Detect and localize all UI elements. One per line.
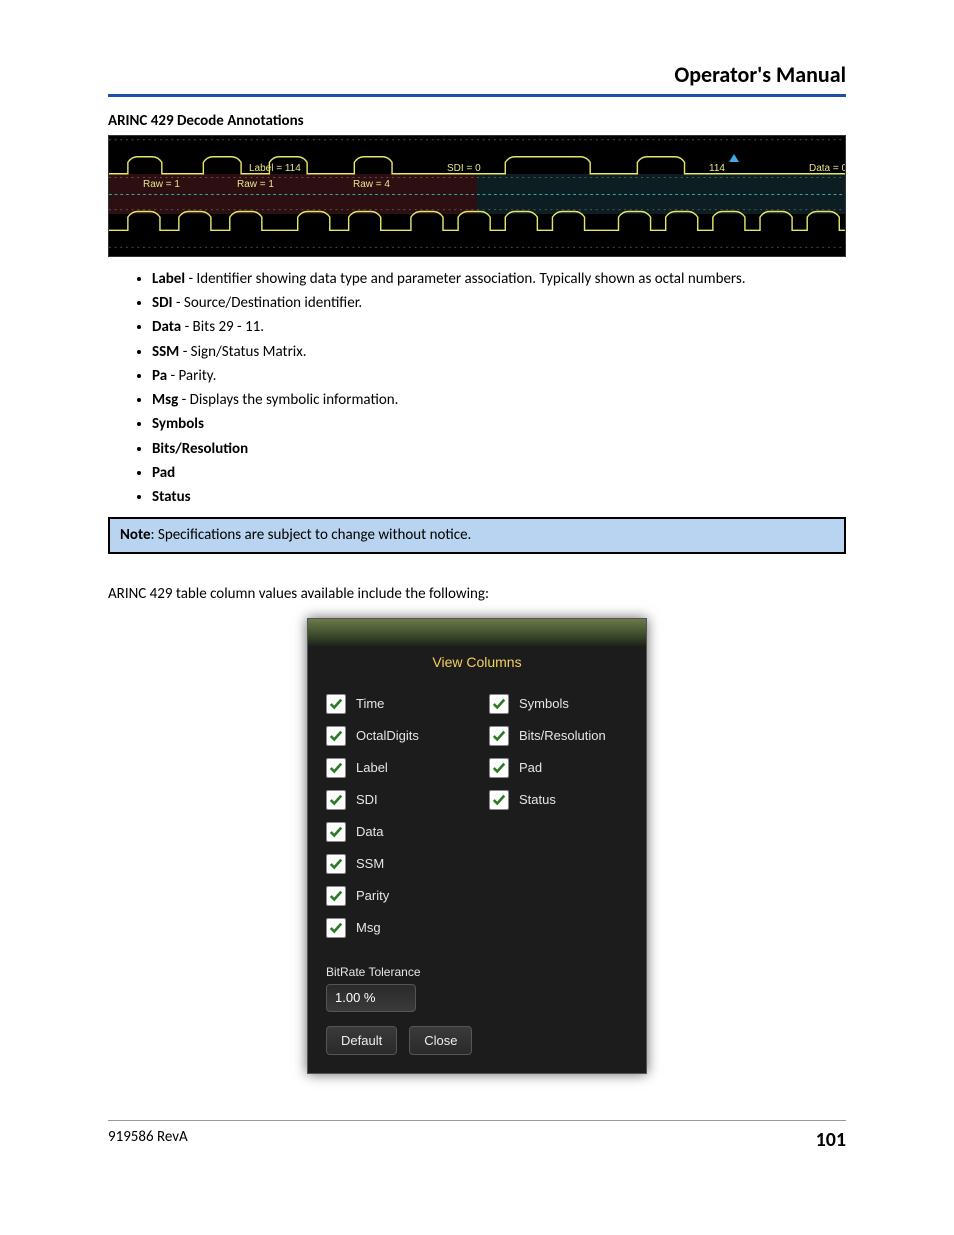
checkbox-msg[interactable] <box>326 918 346 938</box>
check-row-ssm: SSM <box>326 854 465 874</box>
dialog-titlebar <box>308 619 646 647</box>
page-title: Operator's Manual <box>108 60 846 90</box>
checkbox-status[interactable] <box>489 790 509 810</box>
check-row-bitsres: Bits/Resolution <box>489 726 628 746</box>
bullet-list: Label - Identifier showing data type and… <box>152 269 846 508</box>
close-button[interactable]: Close <box>409 1026 472 1056</box>
check-label: Parity <box>356 887 389 905</box>
list-item: Msg - Displays the symbolic information. <box>152 390 846 410</box>
check-row-sdi: SDI <box>326 790 465 810</box>
check-label: Data <box>356 823 383 841</box>
check-row-msg: Msg <box>326 918 465 938</box>
list-item: Pad <box>152 463 846 483</box>
list-item: Pa - Parity. <box>152 366 846 386</box>
checkbox-octaldigits[interactable] <box>326 726 346 746</box>
scope-label-raw4: Raw = 4 <box>353 178 390 192</box>
list-item: Bits/Resolution <box>152 439 846 459</box>
checkbox-ssm[interactable] <box>326 854 346 874</box>
checkbox-time[interactable] <box>326 694 346 714</box>
scope-label-sdi: SDI = 0 <box>447 162 481 176</box>
list-item: SSM - Sign/Status Matrix. <box>152 342 846 362</box>
page-footer: 919586 RevA 101 <box>108 1120 846 1154</box>
checkbox-pad[interactable] <box>489 758 509 778</box>
dialog-title: View Columns <box>308 647 646 682</box>
check-row-label: Label <box>326 758 465 778</box>
check-row-pad: Pad <box>489 758 628 778</box>
check-label: Status <box>519 791 556 809</box>
scope-label-data: Data = 0xd068 <box>809 162 846 176</box>
checkbox-sdi[interactable] <box>326 790 346 810</box>
scope-label-raw1b: Raw = 1 <box>237 178 274 192</box>
check-row-parity: Parity <box>326 886 465 906</box>
check-label: Symbols <box>519 695 569 713</box>
checkbox-symbols[interactable] <box>489 694 509 714</box>
list-item: Data - Bits 29 - 11. <box>152 317 846 337</box>
footer-left: 919586 RevA <box>108 1127 188 1154</box>
page-header: Operator's Manual <box>108 60 846 97</box>
check-row-time: Time <box>326 694 465 714</box>
list-item: SDI - Source/Destination identifier. <box>152 293 846 313</box>
note-box: Note: Specifications are subject to chan… <box>108 517 846 553</box>
check-label: Label <box>356 759 388 777</box>
section-title: ARINC 429 Decode Annotations <box>108 111 846 131</box>
scope-label-raw1a: Raw = 1 <box>143 178 180 192</box>
note-text: : Specifications are subject to change w… <box>151 526 472 544</box>
check-label: Bits/Resolution <box>519 727 606 745</box>
check-row-octaldigits: OctalDigits <box>326 726 465 746</box>
bitrate-field[interactable]: 1.00 % <box>326 984 416 1012</box>
waveform-screenshot: Label = 114 SDI = 0 114 Data = 0xd068 Ra… <box>108 135 846 257</box>
list-item: Status <box>152 487 846 507</box>
checkbox-label[interactable] <box>326 758 346 778</box>
checkbox-data[interactable] <box>326 822 346 842</box>
check-row-symbols: Symbols <box>489 694 628 714</box>
dialog-left-column: Time OctalDigits Label SDI Data <box>326 682 465 950</box>
scope-label-114: 114 <box>709 162 725 176</box>
body-paragraph: ARINC 429 table column values available … <box>108 584 846 604</box>
checkbox-bitsres[interactable] <box>489 726 509 746</box>
page-number: 101 <box>816 1127 846 1154</box>
default-button[interactable]: Default <box>326 1026 397 1056</box>
list-item: Label - Identifier showing data type and… <box>152 269 846 289</box>
check-row-data: Data <box>326 822 465 842</box>
waveform-svg <box>109 136 845 251</box>
check-row-status: Status <box>489 790 628 810</box>
check-label: Msg <box>356 919 381 937</box>
check-label: Pad <box>519 759 542 777</box>
header-rule <box>108 94 846 97</box>
list-item: Symbols <box>152 414 846 434</box>
checkbox-parity[interactable] <box>326 886 346 906</box>
check-label: SDI <box>356 791 378 809</box>
check-label: OctalDigits <box>356 727 419 745</box>
note-prefix: Note <box>120 526 151 544</box>
dialog-right-column: Symbols Bits/Resolution Pad Status <box>489 682 628 950</box>
bitrate-label: BitRate Tolerance <box>326 964 628 980</box>
scope-label-field: Label = 114 <box>249 162 301 176</box>
view-columns-dialog: View Columns Time OctalDigits Label SDI <box>307 618 647 1074</box>
check-label: Time <box>356 695 384 713</box>
check-label: SSM <box>356 855 384 873</box>
